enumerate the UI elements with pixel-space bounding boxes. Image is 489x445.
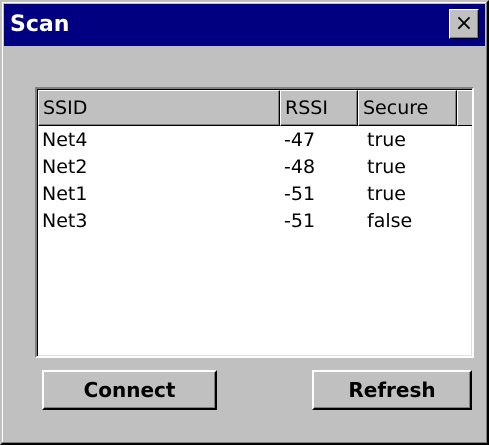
secure-cell: false	[367, 210, 413, 232]
secure-cell: true	[367, 156, 406, 178]
ssid-cell: Net4	[42, 129, 88, 151]
list-item[interactable]: Net4 -47 true	[38, 127, 471, 154]
rssi-cell: -48	[284, 156, 316, 178]
close-icon: ×	[454, 11, 474, 36]
rssi-cell: -47	[284, 129, 316, 151]
list-item[interactable]: Net2 -48 true	[38, 154, 471, 181]
ssid-cell: Net3	[42, 210, 88, 232]
connect-button[interactable]: Connect	[42, 370, 217, 410]
column-header-ssid[interactable]: SSID	[38, 90, 280, 126]
refresh-button[interactable]: Refresh	[312, 370, 472, 410]
list-rows: Net4 -47 true Net2 -48 true Net1 -51 tru…	[38, 127, 471, 235]
list-item[interactable]: Net3 -51 false	[38, 208, 471, 235]
column-header-secure[interactable]: Secure	[358, 90, 457, 126]
window-title: Scan	[10, 12, 70, 37]
secure-cell: true	[367, 129, 406, 151]
column-header-filler	[457, 90, 472, 126]
list-item[interactable]: Net1 -51 true	[38, 181, 471, 208]
rssi-cell: -51	[284, 183, 316, 205]
ssid-cell: Net1	[42, 183, 88, 205]
list-header: SSID RSSI Secure	[38, 90, 472, 126]
column-header-rssi[interactable]: RSSI	[280, 90, 358, 126]
network-list[interactable]: SSID RSSI Secure Net4 -47 true Net2 -48 …	[35, 87, 474, 358]
secure-cell: true	[367, 183, 406, 205]
ssid-cell: Net2	[42, 156, 88, 178]
rssi-cell: -51	[284, 210, 316, 232]
close-button[interactable]: ×	[449, 9, 479, 39]
scan-dialog: Scan × SSID RSSI Secure Net4 -47 true Ne…	[0, 0, 489, 445]
title-bar[interactable]: Scan ×	[4, 4, 485, 46]
